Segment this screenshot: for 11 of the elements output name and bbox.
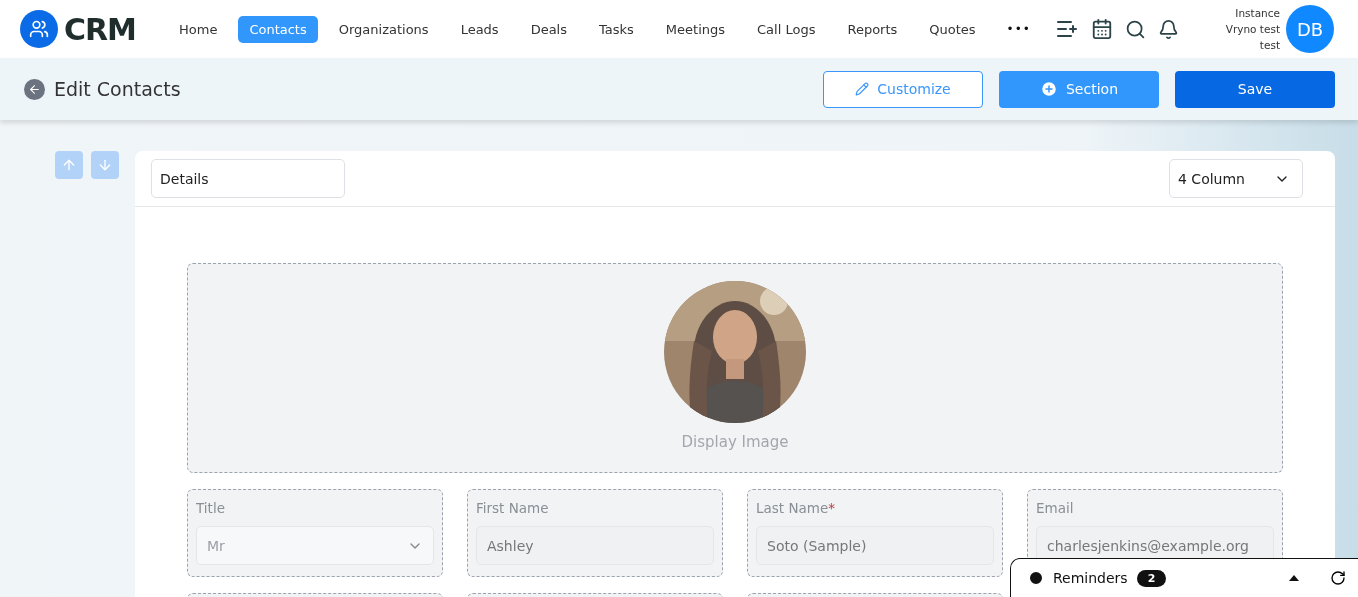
image-label: Display Image [681,433,789,451]
page-title: Edit Contacts [54,78,181,100]
user-name: Instance Vryno test test [1225,6,1280,53]
required-mark: * [828,500,835,516]
field-label: Last Name* [756,500,836,516]
field-label: First Name [476,500,550,516]
logo-text: CRM [64,11,136,47]
reminders-label: Reminders [1053,570,1128,586]
field-label: Email [1036,500,1075,516]
field-label: Title [196,500,226,516]
reminders-count: 2 [1136,569,1167,587]
